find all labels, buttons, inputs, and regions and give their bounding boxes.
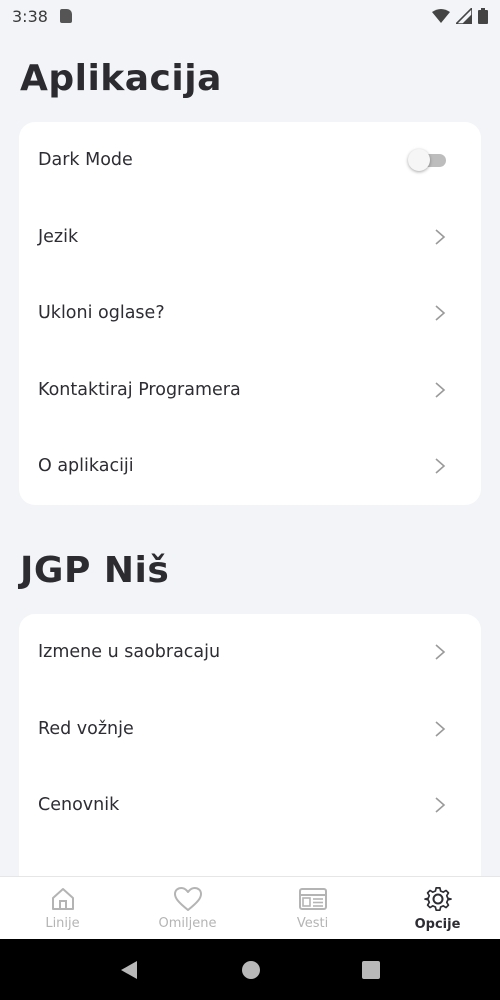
section-title-jgp-nis: JGP Niš [20,550,170,591]
setting-label: Dark Mode [38,150,133,171]
nav-label: Opcije [414,916,461,932]
signal-icon [456,8,472,24]
chevron-right-icon [435,382,446,398]
setting-row-ukloni-oglase[interactable]: Ukloni oglase? [19,275,481,352]
setting-row-kontaktiraj-programera[interactable]: Kontaktiraj Programera [19,352,481,429]
nav-label: Linije [45,915,80,931]
chevron-right-icon [435,229,446,245]
setting-label: Kontaktiraj Programera [38,379,241,400]
gear-icon [423,886,452,911]
status-bar: 3:38 [0,0,500,32]
setting-label: Izmene u saobracaju [38,642,221,663]
nav-item-opcije[interactable]: Opcije [375,877,500,939]
settings-scroll-area[interactable]: Aplikacija Dark Mode Jezik Ukloni oglase… [0,32,500,876]
battery-icon [478,8,488,24]
setting-row-izmene-u-saobracaju[interactable]: Izmene u saobracaju [19,614,481,691]
setting-label: Red vožnje [38,718,134,739]
system-navigation-bar [0,939,500,1000]
chevron-right-icon [435,458,446,474]
setting-row-jezik[interactable]: Jezik [19,199,481,276]
chevron-right-icon [435,797,446,813]
home-icon [51,887,74,910]
back-icon[interactable] [119,959,141,981]
bottom-navigation: Linije Omiljene Vesti Opcije [0,876,500,939]
home-circle-icon[interactable] [240,959,262,981]
setting-row-red-voznje[interactable]: Red vožnje [19,691,481,768]
setting-row-cenovnik[interactable]: Cenovnik [19,767,481,844]
dark-mode-toggle[interactable] [408,149,448,172]
toggle-thumb [408,149,430,172]
setting-label: Ukloni oglase? [38,303,165,324]
status-icons [432,8,488,24]
sd-card-icon [59,9,72,23]
nav-item-linije[interactable]: Linije [0,877,125,939]
settings-card-jgp-nis: Izmene u saobracaju Red vožnje Cenovnik [19,614,481,876]
news-icon [298,887,327,910]
setting-row-o-aplikaciji[interactable]: O aplikaciji [19,428,481,505]
nav-label: Omiljene [158,915,217,931]
status-time: 3:38 [12,6,48,26]
recents-icon[interactable] [361,960,381,980]
wifi-icon [432,9,450,23]
settings-card-aplikacija: Dark Mode Jezik Ukloni oglase? Kontaktir… [19,122,481,505]
heart-icon [173,886,202,911]
setting-label: O aplikaciji [38,456,134,477]
chevron-right-icon [435,721,446,737]
setting-row-dark-mode[interactable]: Dark Mode [19,122,481,199]
nav-label: Vesti [296,915,329,931]
setting-label: Cenovnik [38,795,120,816]
nav-item-omiljene[interactable]: Omiljene [125,877,250,939]
nav-item-vesti[interactable]: Vesti [250,877,375,939]
section-title-aplikacija: Aplikacija [20,58,222,99]
chevron-right-icon [435,305,446,321]
setting-label: Jezik [38,226,79,247]
chevron-right-icon [435,644,446,660]
